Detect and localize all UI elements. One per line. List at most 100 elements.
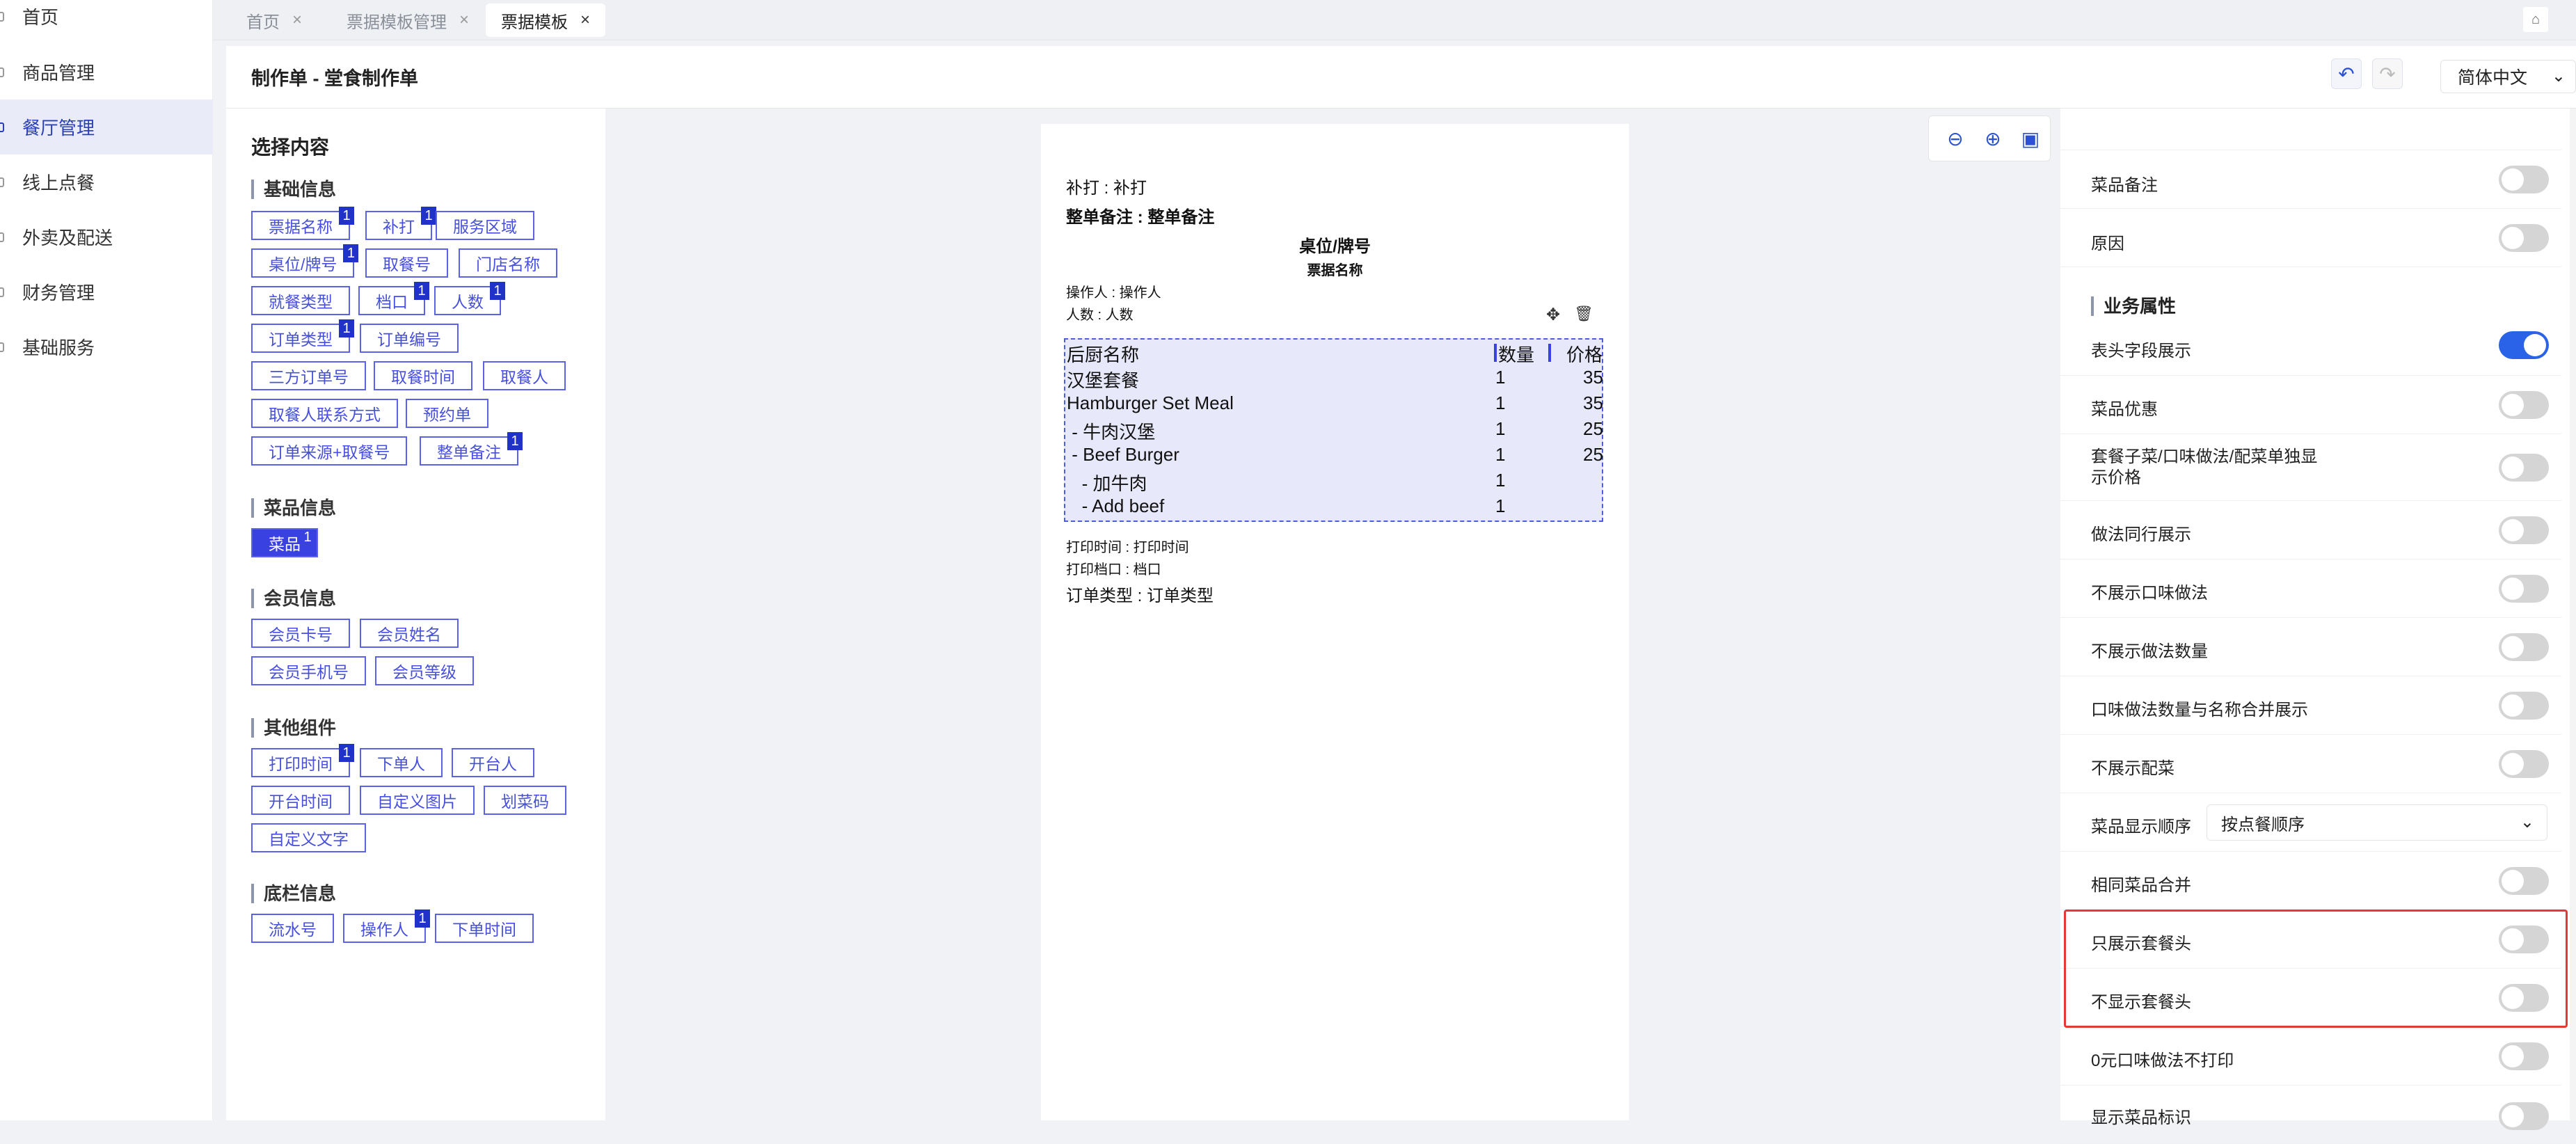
receipt-table-number[interactable]: 桌位/牌号 bbox=[1041, 232, 1629, 257]
property-row: 不展示配菜 bbox=[2060, 735, 2561, 793]
chip-pickup-contact[interactable]: 取餐人联系方式 bbox=[251, 399, 398, 428]
toggle-reason[interactable] bbox=[2499, 224, 2549, 252]
toggle-dish-mark[interactable] bbox=[2499, 1102, 2549, 1130]
chip-ticket-name[interactable]: 票据名称 1 bbox=[251, 207, 354, 240]
sidebar-item-home[interactable]: 首页 bbox=[0, 0, 213, 44]
chip-service-area[interactable]: 服务区域 bbox=[436, 211, 534, 240]
chip-order-time[interactable]: 下单时间 bbox=[435, 914, 534, 943]
truck-icon bbox=[0, 232, 4, 242]
receipt-order-type[interactable]: 订单类型 : 订单类型 bbox=[1066, 582, 1214, 606]
toggle-hide-side-dish[interactable] bbox=[2499, 750, 2549, 778]
section-title: 业务属性 bbox=[2091, 296, 2176, 316]
chip-pickup-number[interactable]: 取餐号 bbox=[365, 248, 448, 278]
sidebar-item-products[interactable]: 商品管理 bbox=[0, 45, 213, 100]
tab-ticket-template-manage[interactable]: 票据模板管理 × bbox=[331, 3, 484, 37]
property-label: 菜品备注 bbox=[2091, 176, 2158, 195]
chip-order-remark[interactable]: 整单备注 1 bbox=[420, 432, 523, 466]
home-icon[interactable]: ⌂ bbox=[2523, 7, 2548, 32]
receipt-people-count[interactable]: 人数 : 人数 bbox=[1066, 303, 1134, 324]
chip-dining-type[interactable]: 就餐类型 bbox=[251, 286, 350, 315]
receipt-operator[interactable]: 操作人 : 操作人 bbox=[1066, 281, 1161, 301]
delete-icon[interactable]: 🗑 bbox=[1574, 305, 1593, 323]
chip-label: 下单人 bbox=[377, 755, 425, 773]
receipt-order-remark[interactable]: 整单备注 : 整单备注 bbox=[1066, 203, 1214, 228]
receipt-stall[interactable]: 打印档口 : 档口 bbox=[1066, 558, 1161, 578]
chip-order-type[interactable]: 订单类型 1 bbox=[251, 319, 354, 353]
toggle-merge-qty-name[interactable] bbox=[2499, 692, 2549, 720]
column-divider[interactable] bbox=[1494, 344, 1497, 362]
chip-table-number[interactable]: 桌位/牌号 1 bbox=[251, 244, 359, 278]
dish-table[interactable]: 后厨名称 数量 价格 汉堡套餐 1 35 Hamburger Set Meal … bbox=[1064, 338, 1603, 522]
sidebar-item-delivery[interactable]: 外卖及配送 bbox=[0, 209, 213, 264]
chip-third-party-order[interactable]: 三方订单号 bbox=[251, 361, 366, 390]
chip-member-card[interactable]: 会员卡号 bbox=[251, 619, 350, 648]
chip-member-name[interactable]: 会员姓名 bbox=[360, 619, 459, 648]
close-icon[interactable]: × bbox=[292, 10, 302, 30]
chip-order-source-pickup[interactable]: 订单来源+取餐号 bbox=[251, 436, 408, 466]
chip-open-time[interactable]: 开台时间 bbox=[251, 786, 350, 815]
property-label: 不展示配菜 bbox=[2091, 759, 2175, 778]
chip-label: 预约单 bbox=[423, 406, 471, 424]
toggle-method-same-line[interactable] bbox=[2499, 516, 2549, 544]
close-icon[interactable]: × bbox=[459, 10, 469, 30]
sidebar-item-basic-service[interactable]: 基础服务 bbox=[0, 319, 213, 374]
sidebar-item-online-order[interactable]: 线上点餐 bbox=[0, 154, 213, 209]
tab-bar: 首页 × 票据模板管理 × 票据模板 × ⌂ bbox=[213, 0, 2576, 40]
chip-reprint[interactable]: 补打 1 bbox=[365, 207, 436, 240]
chip-pickup-person[interactable]: 取餐人 bbox=[483, 361, 566, 390]
chip-reservation[interactable]: 预约单 bbox=[406, 399, 488, 428]
chip-custom-text[interactable]: 自定义文字 bbox=[251, 823, 366, 852]
chip-order-number[interactable]: 订单编号 bbox=[360, 324, 459, 353]
zoom-out-icon[interactable]: ⊖ bbox=[1943, 126, 1968, 151]
chip-label: 会员卡号 bbox=[269, 626, 333, 644]
sidebar-item-restaurant[interactable]: 餐厅管理 bbox=[0, 100, 213, 154]
toggle-merge-same-dish[interactable] bbox=[2499, 867, 2549, 895]
toggle-hide-flavor[interactable] bbox=[2499, 575, 2549, 603]
language-select[interactable]: 简体中文 ⌄ bbox=[2440, 60, 2576, 93]
chip-people-count[interactable]: 人数 1 bbox=[434, 282, 505, 315]
dish-order-select[interactable]: 按点餐顺序 ⌄ bbox=[2207, 804, 2547, 841]
tab-ticket-template[interactable]: 票据模板 × bbox=[486, 3, 606, 37]
fit-screen-icon[interactable]: ▣ bbox=[2018, 126, 2043, 151]
chip-stall[interactable]: 档口 1 bbox=[358, 282, 429, 315]
toggle-combo-separate-price[interactable] bbox=[2499, 454, 2549, 482]
close-icon[interactable]: × bbox=[580, 10, 590, 30]
chip-member-level[interactable]: 会员等级 bbox=[375, 656, 474, 685]
toggle-header-fields[interactable] bbox=[2499, 331, 2549, 359]
tab-label: 首页 bbox=[246, 13, 280, 32]
toggle-zero-price-flavor[interactable] bbox=[2499, 1042, 2549, 1070]
dish-qty: 1 bbox=[1495, 392, 1506, 413]
chip-operator[interactable]: 操作人 1 bbox=[343, 909, 430, 943]
chip-serial-number[interactable]: 流水号 bbox=[251, 914, 334, 943]
redo-button[interactable]: ↷ bbox=[2372, 58, 2403, 89]
property-row: 套餐子菜/口味做法/配菜单独显示价格 bbox=[2060, 434, 2561, 501]
sidebar-item-finance[interactable]: 财务管理 bbox=[0, 264, 213, 319]
chip-dishes[interactable]: 菜品 1 bbox=[251, 528, 318, 557]
chip-store-name[interactable]: 门店名称 bbox=[459, 248, 557, 278]
tab-home[interactable]: 首页 × bbox=[231, 3, 317, 37]
chip-print-time[interactable]: 打印时间 1 bbox=[251, 744, 354, 777]
chip-pickup-time[interactable]: 取餐时间 bbox=[374, 361, 472, 390]
tab-label: 票据模板管理 bbox=[347, 13, 447, 32]
chip-label: 开台时间 bbox=[269, 793, 333, 811]
zoom-in-icon[interactable]: ⊕ bbox=[1980, 126, 2005, 151]
column-divider[interactable] bbox=[1548, 344, 1551, 362]
chip-custom-image[interactable]: 自定义图片 bbox=[360, 786, 475, 815]
chip-table-opener[interactable]: 开台人 bbox=[452, 748, 534, 777]
chip-member-phone[interactable]: 会员手机号 bbox=[251, 656, 366, 685]
chip-label: 补打 bbox=[383, 218, 415, 236]
undo-button[interactable]: ↶ bbox=[2331, 58, 2362, 89]
chip-label: 开台人 bbox=[469, 755, 517, 773]
count-badge: 1 bbox=[303, 529, 312, 545]
chip-order-placer[interactable]: 下单人 bbox=[360, 748, 443, 777]
move-icon[interactable]: ✥ bbox=[1546, 305, 1560, 325]
receipt-print-time[interactable]: 打印时间 : 打印时间 bbox=[1066, 536, 1189, 556]
chip-strike-code[interactable]: 划菜码 bbox=[484, 786, 566, 815]
receipt-reprint[interactable]: 补打 : 补打 bbox=[1066, 174, 1147, 198]
scrollbar[interactable] bbox=[2570, 109, 2576, 1120]
toggle-dish-discount[interactable] bbox=[2499, 391, 2549, 419]
property-label: 套餐子菜/口味做法/配菜单独显示价格 bbox=[2091, 447, 2318, 487]
toggle-hide-method-qty[interactable] bbox=[2499, 633, 2549, 661]
toggle-dish-remark[interactable] bbox=[2499, 166, 2549, 193]
receipt-ticket-name[interactable]: 票据名称 bbox=[1041, 259, 1629, 279]
